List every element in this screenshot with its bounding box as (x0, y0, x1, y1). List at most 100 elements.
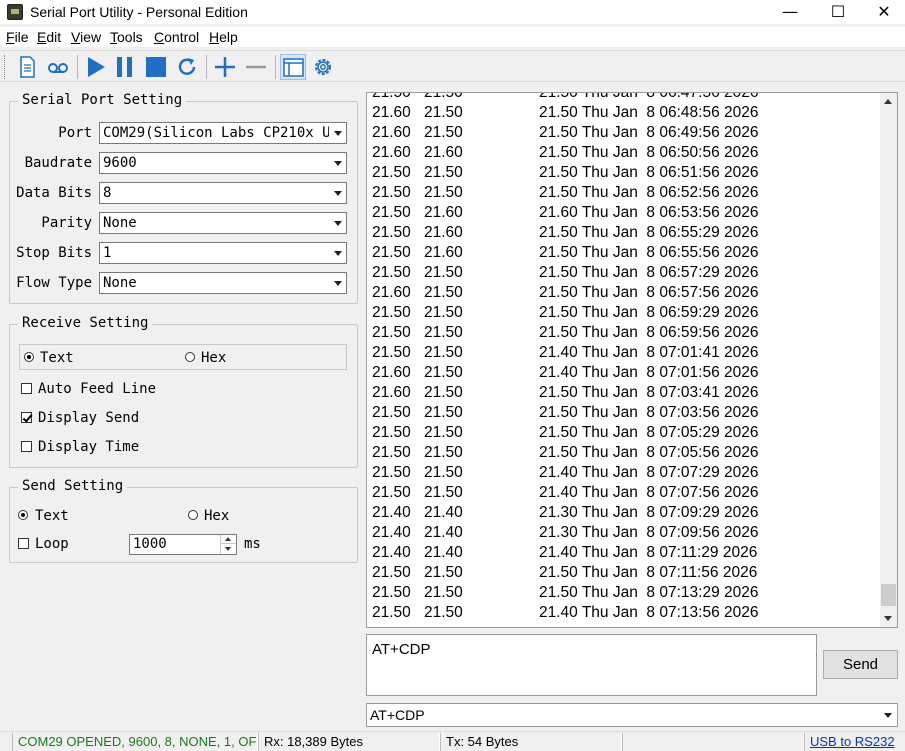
chevron-down-icon[interactable] (329, 123, 346, 143)
chevron-down-icon[interactable] (329, 213, 346, 233)
add-icon[interactable] (212, 54, 238, 80)
scroll-down-icon[interactable] (880, 610, 897, 627)
chevron-down-icon[interactable] (880, 704, 897, 726)
receive-cell: 21.50 Thu Jan 8 06:49:56 2026 (539, 124, 759, 141)
scroll-up-icon[interactable] (880, 93, 897, 110)
menu-help[interactable]: Help (209, 29, 238, 45)
chevron-down-icon[interactable] (329, 153, 346, 173)
receive-line: 21.50 21.50 21.40 Thu Jan 8 07:01:41 2026 (371, 343, 891, 363)
receive-cell: 21.50 (424, 604, 463, 621)
send-history-select[interactable]: AT+CDP (366, 703, 898, 727)
receive-line: 21.50 21.60 21.50 Thu Jan 8 06:55:56 2026 (371, 243, 891, 263)
remove-icon[interactable] (243, 54, 269, 80)
receive-line: 21.40 21.40 21.30 Thu Jan 8 07:09:56 2026 (371, 523, 891, 543)
parity-select[interactable]: None (99, 212, 347, 234)
receive-line: 21.50 21.50 21.40 Thu Jan 8 07:07:29 2026 (371, 463, 891, 483)
receive-line: 21.60 21.50 21.50 Thu Jan 8 06:57:56 2026 (371, 283, 891, 303)
receive-cell: 21.60 (424, 224, 463, 241)
loop-interval-stepper[interactable]: 1000 (129, 534, 237, 555)
display-time-checkbox[interactable] (21, 441, 32, 452)
flow-type-select[interactable]: None (99, 272, 347, 294)
menu-file[interactable]: File (6, 29, 29, 45)
receive-cell: 21.50 Thu Jan 8 06:52:56 2026 (539, 184, 759, 201)
usb-to-rs232-link[interactable]: USB to RS232 (804, 733, 905, 751)
receive-cell: 21.50 (424, 484, 463, 501)
menu-edit[interactable]: Edit (37, 29, 61, 45)
menu-view[interactable]: View (71, 29, 101, 45)
auto-feed-line-label: Auto Feed Line (38, 381, 157, 397)
chevron-down-icon[interactable] (329, 273, 346, 293)
data-bits-select[interactable]: 8 (99, 182, 347, 204)
baudrate-select[interactable]: 9600 (99, 152, 347, 174)
chevron-down-icon[interactable] (329, 183, 346, 203)
maximize-button[interactable]: ☐ (815, 0, 861, 24)
receive-cell: 21.60 (424, 204, 463, 221)
loop-checkbox[interactable] (18, 538, 29, 549)
record-icon[interactable] (45, 54, 71, 80)
send-text-area[interactable]: AT+CDP (366, 634, 817, 696)
receive-line: 21.60 21.50 21.50 Thu Jan 8 06:49:56 2026 (371, 123, 891, 143)
receive-line: 21.60 21.50 21.50 Thu Jan 8 07:03:41 2026 (371, 383, 891, 403)
menu-control[interactable]: Control (154, 29, 199, 45)
settings-icon[interactable] (310, 54, 336, 80)
auto-feed-line-checkbox[interactable] (21, 383, 32, 394)
receive-cell: 21.40 Thu Jan 8 07:07:29 2026 (539, 464, 759, 481)
receive-cell: 21.50 (424, 564, 463, 581)
display-send-checkbox[interactable] (21, 412, 32, 423)
toolbar-grip[interactable] (4, 55, 7, 79)
receive-cell: 21.50 (372, 484, 411, 501)
stepper-up-icon[interactable] (221, 535, 236, 544)
pause-icon[interactable] (112, 54, 138, 80)
receive-hex-radio[interactable] (185, 352, 195, 362)
play-icon[interactable] (83, 54, 109, 80)
scroll-thumb[interactable] (881, 584, 896, 606)
send-text-label: Text (35, 508, 69, 524)
receive-cell: 21.40 (372, 524, 411, 541)
send-hex-radio[interactable] (188, 510, 198, 520)
receive-cell: 21.50 (372, 324, 411, 341)
receive-cell: 21.50 Thu Jan 8 06:55:29 2026 (539, 224, 759, 241)
receive-cell: 21.50 Thu Jan 8 06:51:56 2026 (539, 164, 759, 181)
refresh-icon[interactable] (174, 54, 200, 80)
receive-cell: 21.50 Thu Jan 8 07:03:56 2026 (539, 404, 759, 421)
receive-cell: 21.50 (424, 404, 463, 421)
status-spacer (622, 733, 804, 751)
port-select[interactable]: COM29(Silicon Labs CP210x USB (99, 122, 347, 144)
receive-scrollbar[interactable] (880, 93, 897, 627)
receive-cell: 21.50 Thu Jan 8 06:50:56 2026 (539, 144, 759, 161)
document-icon[interactable] (14, 54, 40, 80)
receive-cell: 21.50 (372, 444, 411, 461)
chevron-down-icon[interactable] (329, 243, 346, 263)
receive-line: 21.50 21.50 21.50 Thu Jan 8 07:13:29 2026 (371, 583, 891, 603)
receive-line: 21.60 21.50 21.40 Thu Jan 8 07:01:56 2026 (371, 363, 891, 383)
minimize-button[interactable]: — (767, 0, 813, 24)
receive-hex-label: Hex (201, 350, 227, 366)
flow-type-value: None (103, 275, 137, 291)
close-button[interactable]: ✕ (861, 0, 905, 24)
receive-cell: 21.50 (372, 604, 411, 621)
stepper-down-icon[interactable] (221, 544, 236, 553)
receive-line: 21.50 21.50 21.40 Thu Jan 8 07:07:56 2026 (371, 483, 891, 503)
receive-cell: 21.50 (372, 424, 411, 441)
receive-lines: 21.50 21.50 21.50 Thu Jan 8 06:47:56 2026 2… (371, 93, 891, 623)
menu-tools[interactable]: Tools (110, 29, 143, 45)
tx-count: Tx: 54 Bytes (440, 733, 622, 751)
app-logo-icon (7, 4, 23, 20)
receive-cell: 21.40 Thu Jan 8 07:13:56 2026 (539, 604, 759, 621)
stop-bits-select[interactable]: 1 (99, 242, 347, 264)
rx-count: Rx: 18,389 Bytes (258, 733, 440, 751)
receive-cell: 21.60 (424, 244, 463, 261)
receive-text-area[interactable]: 21.50 21.50 21.50 Thu Jan 8 06:47:56 2026 2… (366, 92, 898, 628)
send-button[interactable]: Send (823, 650, 898, 679)
receive-cell: 21.60 (424, 144, 463, 161)
send-text-radio[interactable] (18, 510, 28, 520)
window-icon[interactable] (280, 54, 306, 80)
receive-cell: 21.40 (424, 524, 463, 541)
receive-line: 21.50 21.50 21.50 Thu Jan 8 06:47:56 2026 (371, 93, 891, 103)
receive-line: 21.50 21.50 21.50 Thu Jan 8 06:59:56 2026 (371, 323, 891, 343)
stop-icon[interactable] (143, 54, 169, 80)
receive-text-radio[interactable] (24, 352, 34, 362)
receive-cell: 21.40 Thu Jan 8 07:01:56 2026 (539, 364, 759, 381)
receive-cell: 21.50 (424, 384, 463, 401)
receive-line: 21.50 21.50 21.50 Thu Jan 8 07:05:56 2026 (371, 443, 891, 463)
